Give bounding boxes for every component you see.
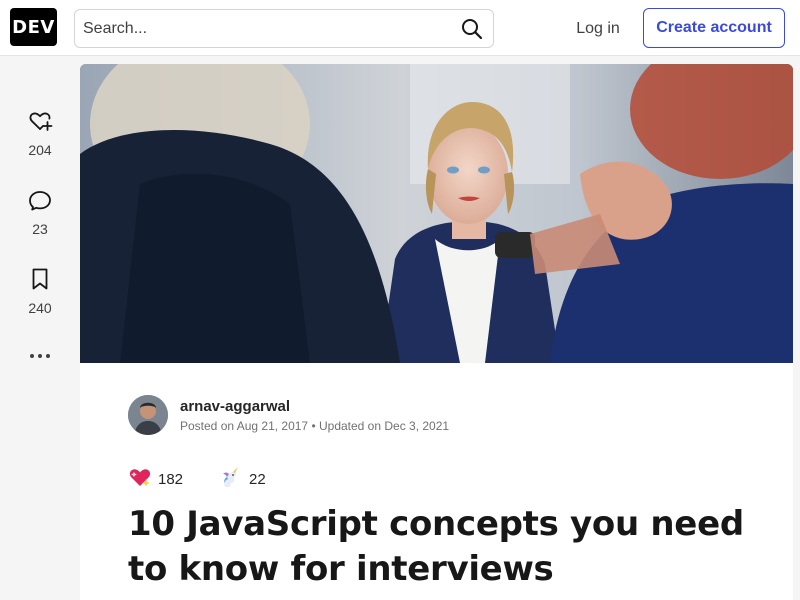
post-date-meta: Posted on Aug 21, 2017 • Updated on Dec … bbox=[180, 418, 450, 433]
comment-count: 23 bbox=[32, 221, 48, 237]
more-options-button[interactable] bbox=[14, 343, 66, 369]
unicorn-icon bbox=[219, 465, 243, 494]
sparkle-heart-icon bbox=[128, 465, 152, 494]
unicorn-count: 22 bbox=[249, 471, 266, 488]
article-card: arnav-aggarwal Posted on Aug 21, 2017 • … bbox=[80, 64, 793, 600]
top-header: DEV Log in Create account bbox=[0, 0, 800, 56]
login-link[interactable]: Log in bbox=[562, 9, 634, 48]
article-title: 10 JavaScript concepts you need to know … bbox=[128, 504, 744, 589]
bookmark-count: 240 bbox=[28, 300, 52, 316]
bookmark-button[interactable]: 240 bbox=[14, 266, 66, 316]
dev-logo[interactable]: DEV bbox=[10, 8, 57, 46]
cover-image bbox=[80, 64, 793, 363]
author-name-link[interactable]: arnav-aggarwal bbox=[180, 398, 449, 415]
comments-button[interactable]: 23 bbox=[14, 187, 66, 237]
search-input[interactable] bbox=[75, 10, 455, 47]
comment-icon bbox=[27, 187, 53, 213]
search-box bbox=[74, 9, 494, 48]
create-account-button[interactable]: Create account bbox=[643, 8, 785, 48]
reaction-unicorn: 22 bbox=[219, 465, 266, 494]
author-info: arnav-aggarwal Posted on Aug 21, 2017 • … bbox=[180, 398, 449, 433]
heart-plus-icon bbox=[27, 108, 53, 134]
more-icon bbox=[27, 343, 53, 369]
reactions-summary: 182 22 bbox=[128, 465, 302, 494]
search-icon[interactable] bbox=[459, 16, 485, 42]
like-button[interactable]: 204 bbox=[14, 108, 66, 158]
like-count: 204 bbox=[28, 142, 52, 158]
author-block: arnav-aggarwal Posted on Aug 21, 2017 • … bbox=[128, 395, 449, 435]
sparkle-heart-count: 182 bbox=[158, 471, 184, 488]
author-avatar[interactable] bbox=[128, 395, 168, 435]
reaction-sparkle-heart: 182 bbox=[128, 465, 183, 494]
bookmark-icon bbox=[27, 266, 53, 292]
